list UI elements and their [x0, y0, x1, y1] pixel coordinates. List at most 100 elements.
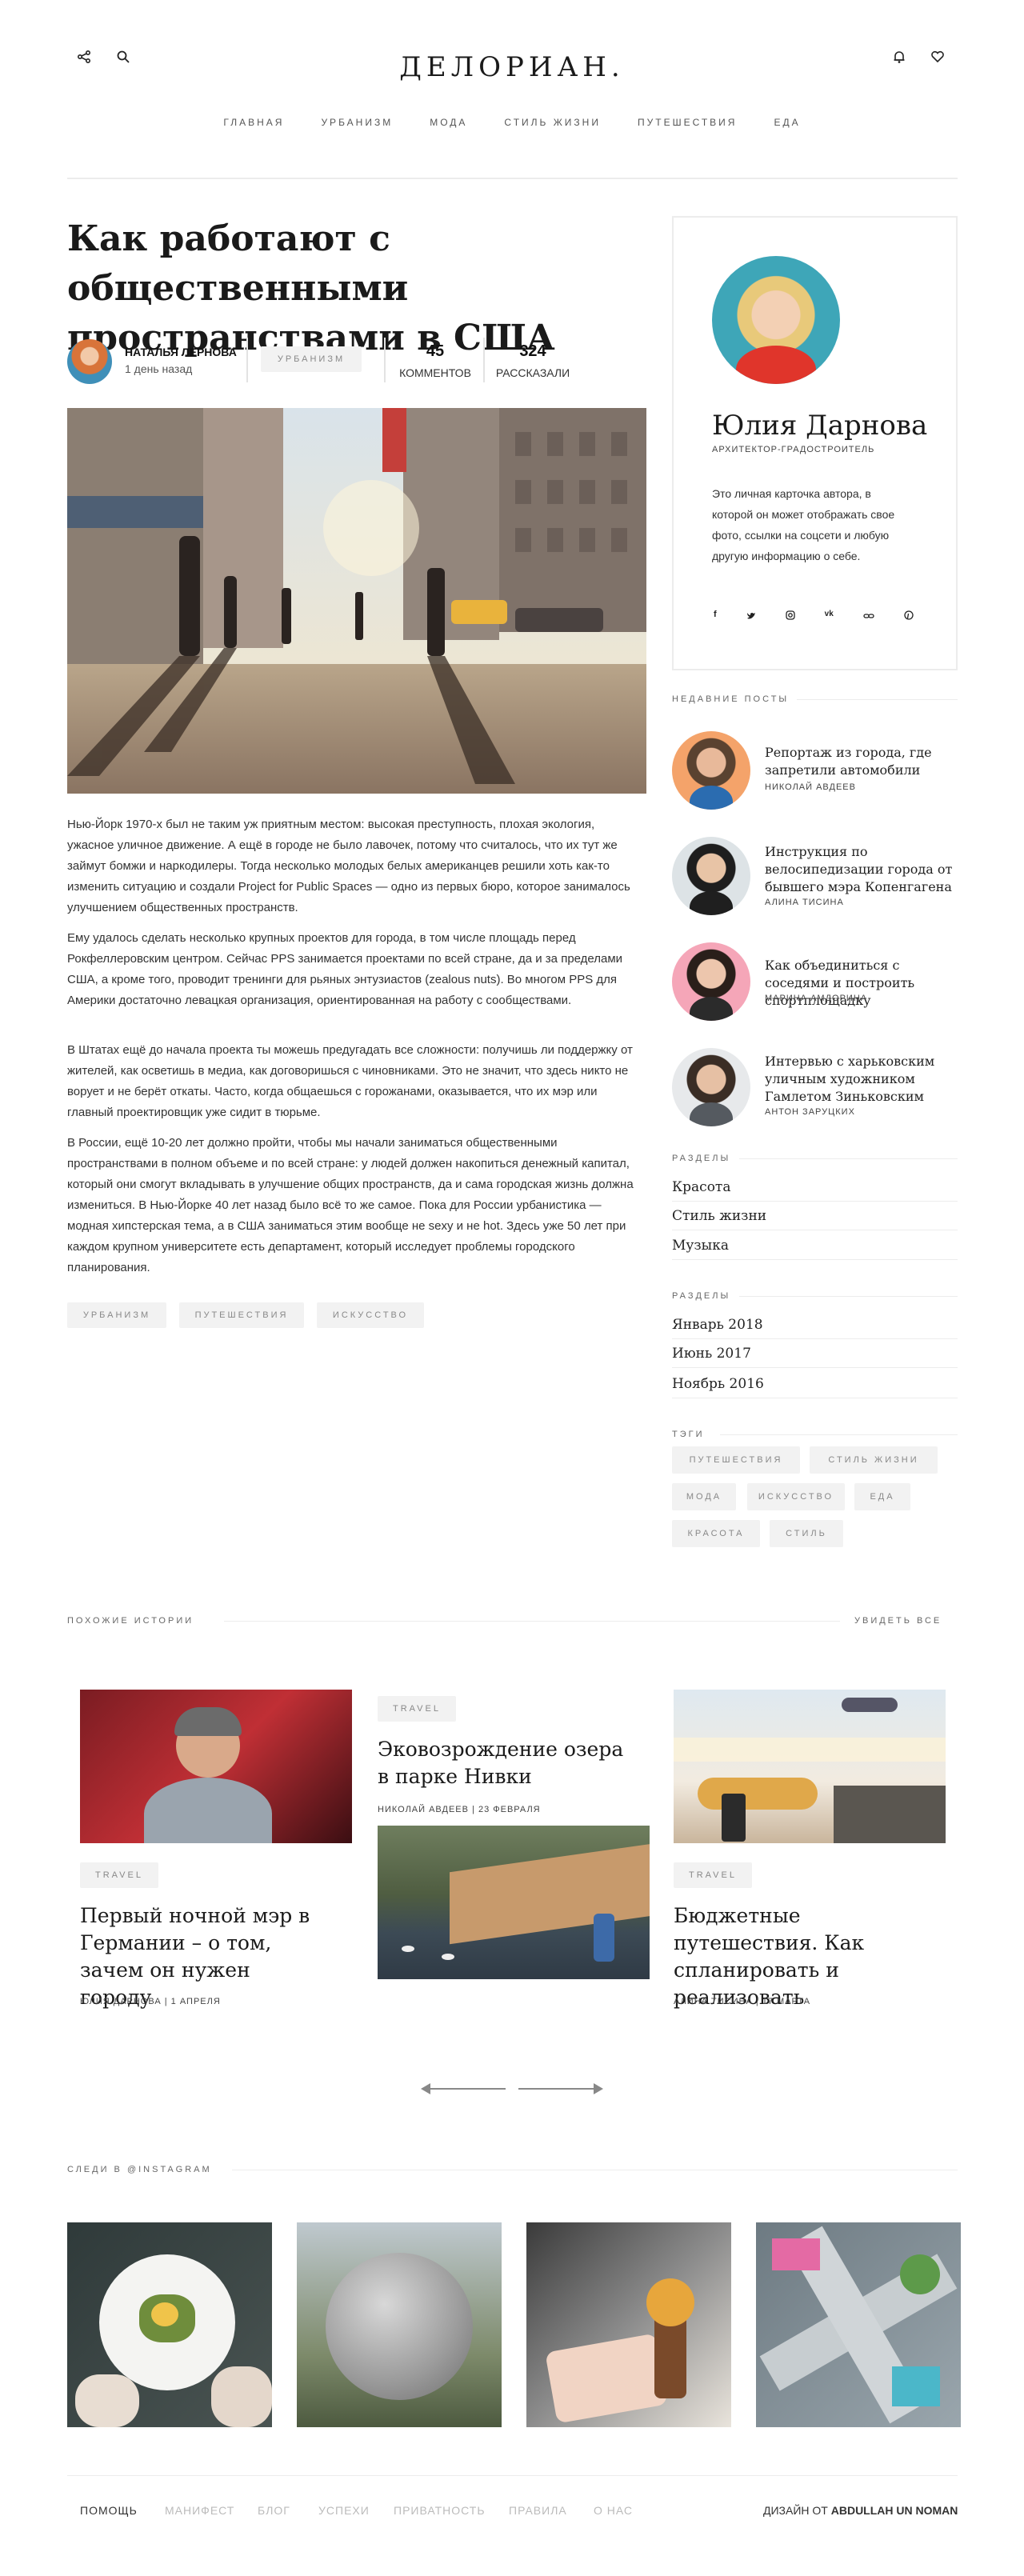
article-paragraph: Ему удалось сделать несколько крупных пр…	[67, 931, 623, 1007]
instagram-icon[interactable]	[786, 610, 795, 624]
carousel-prev-arrow[interactable]	[421, 2080, 506, 2102]
recent-post-title[interactable]: Интервью с харьковским уличным художнико…	[765, 1053, 961, 1106]
author-card-role: АРХИТЕКТОР-ГРАДОСТРОИТЕЛЬ	[712, 445, 875, 454]
footer-link-success[interactable]: УСПЕХИ	[318, 2504, 370, 2517]
article-date: 1 день назад	[125, 362, 193, 375]
list-divider	[672, 1367, 958, 1368]
tag-chip[interactable]: КРАСОТА	[672, 1520, 760, 1547]
author-avatar[interactable]	[67, 339, 112, 384]
recent-post-author[interactable]: НИКОЛАЙ АВДЕЕВ	[765, 782, 856, 792]
comments-count: 45	[426, 342, 445, 360]
section-divider	[720, 1434, 958, 1435]
section-divider	[797, 699, 958, 700]
recent-post-title[interactable]: Инструкция по велосипедизации города от …	[765, 843, 961, 896]
category-tag[interactable]: УРБАНИЗМ	[261, 346, 362, 372]
story-title[interactable]: Бюджетные путешествия. Как спланировать …	[674, 1902, 946, 2011]
main-nav: ГЛАВНАЯ УРБАНИЗМ МОДА СТИЛЬ ЖИЗНИ ПУТЕШЕ…	[0, 117, 1024, 128]
similar-heading: ПОХОЖИЕ ИСТОРИИ	[67, 1616, 194, 1626]
tag-chip[interactable]: МОДА	[672, 1483, 736, 1510]
section-divider	[224, 1621, 840, 1622]
article-tag[interactable]: ИСКУССТВО	[317, 1302, 424, 1328]
tag-chip[interactable]: ЕДА	[854, 1483, 910, 1510]
nav-home[interactable]: ГЛАВНАЯ	[223, 117, 284, 128]
recent-post-thumb[interactable]	[672, 731, 750, 810]
comments-label[interactable]: КОММЕНТОВ	[397, 366, 474, 379]
recent-post-title[interactable]: Репортаж из города, где запретили автомо…	[765, 744, 961, 779]
article-tag[interactable]: ПУТЕШЕСТВИЯ	[179, 1302, 304, 1328]
recent-post-thumb[interactable]	[672, 837, 750, 915]
meta-divider	[246, 338, 248, 382]
vk-icon[interactable]: vk	[825, 610, 834, 624]
story-meta: НИКОЛАЙ АВДЕЕВ | 23 ФЕВРАЛЯ	[378, 1805, 541, 1814]
see-all-link[interactable]: УВИДЕТЬ ВСЕ	[854, 1616, 942, 1626]
story-title[interactable]: Первый ночной мэр в Германии – о том, за…	[80, 1902, 320, 2011]
link-icon[interactable]	[863, 610, 874, 624]
bell-icon[interactable]	[892, 50, 906, 64]
footer-link-manifest[interactable]: МАНИФЕСТ	[165, 2504, 234, 2517]
site-logo[interactable]: ДЕЛОРИАН.	[0, 51, 1024, 83]
nav-urbanism[interactable]: УРБАНИЗМ	[321, 117, 393, 128]
meta-divider	[483, 338, 485, 382]
author-card-name: Юлия Дарнова	[712, 410, 928, 442]
article-paragraph: В России, ещё 10-20 лет должно пройти, ч…	[67, 1136, 634, 1274]
author-card-photo	[712, 256, 840, 384]
article-paragraph: В Штатах ещё до начала проекта ты можешь…	[67, 1043, 633, 1119]
story-meta: АЛИНА ТИСИНА | 17 МАРТА	[674, 1997, 811, 2006]
design-credit[interactable]: ДИЗАЙН ОТ ABDULLAH UN NOMAN	[763, 2504, 958, 2517]
story-meta: ЮЛИЯ ДАРНОВА | 1 АПРЕЛЯ	[80, 1997, 221, 2006]
list-divider	[672, 1338, 958, 1339]
section-divider	[739, 1158, 958, 1159]
recent-post-thumb[interactable]	[672, 942, 750, 1021]
tag-chip[interactable]: ИСКУССТВО	[747, 1483, 845, 1510]
instagram-photo[interactable]	[67, 2222, 272, 2427]
footer-link-about[interactable]: О НАС	[594, 2504, 633, 2517]
archive-link[interactable]: Ноябрь 2016	[672, 1376, 764, 1392]
article-tag[interactable]: УРБАНИЗМ	[67, 1302, 166, 1328]
instagram-photo[interactable]	[526, 2222, 731, 2427]
nav-food[interactable]: ЕДА	[774, 117, 800, 128]
author-name[interactable]: НАТАЛЬЯ ЛЕРНОВА	[125, 346, 237, 358]
facebook-icon[interactable]: f	[714, 610, 717, 624]
instagram-photo[interactable]	[756, 2222, 961, 2427]
sections-heading: РАЗДЕЛЫ	[672, 1154, 731, 1163]
instagram-photo[interactable]	[297, 2222, 502, 2427]
tag-chip[interactable]: СТИЛЬ	[770, 1520, 843, 1547]
shares-label[interactable]: РАССКАЗАЛИ	[493, 366, 573, 379]
footer-link-privacy[interactable]: ПРИВАТНОСТЬ	[394, 2504, 486, 2517]
tags-heading: ТЭГИ	[672, 1430, 705, 1439]
footer-link-blog[interactable]: БЛОГ	[258, 2504, 290, 2517]
footer-link-rules[interactable]: ПРАВИЛА	[509, 2504, 567, 2517]
tag-chip[interactable]: ПУТЕШЕСТВИЯ	[672, 1446, 800, 1474]
tag-chip[interactable]: СТИЛЬ ЖИЗНИ	[810, 1446, 938, 1474]
twitter-icon[interactable]	[746, 610, 756, 624]
archive-link[interactable]: Январь 2018	[672, 1317, 763, 1333]
story-tag[interactable]: TRAVEL	[674, 1862, 752, 1888]
credit-name[interactable]: ABDULLAH UN NOMAN	[831, 2504, 958, 2517]
section-link[interactable]: Красота	[672, 1179, 730, 1195]
story-image[interactable]	[80, 1690, 352, 1843]
nav-travel[interactable]: ПУТЕШЕСТВИЯ	[638, 117, 737, 128]
author-card-bio: Это личная карточка автора, в которой он…	[712, 487, 895, 562]
archive-link[interactable]: Июнь 2017	[672, 1346, 751, 1362]
footer-link-help[interactable]: ПОМОЩЬ	[80, 2504, 138, 2517]
story-title[interactable]: Эковозрождение озера в парке Нивки	[378, 1736, 634, 1790]
section-link[interactable]: Музыка	[672, 1238, 729, 1254]
recent-post-author[interactable]: АЛИНА ТИСИНА	[765, 898, 844, 907]
story-tag[interactable]: TRAVEL	[80, 1862, 158, 1888]
hero-image	[67, 408, 646, 794]
article-paragraph: Нью-Йорк 1970-х был не таким уж приятным…	[67, 818, 630, 914]
nav-fashion[interactable]: МОДА	[430, 117, 467, 128]
story-image[interactable]	[378, 1826, 650, 1979]
nav-lifestyle[interactable]: СТИЛЬ ЖИЗНИ	[504, 117, 601, 128]
section-divider	[739, 1296, 958, 1297]
heart-icon[interactable]	[930, 50, 945, 64]
story-tag[interactable]: TRAVEL	[378, 1696, 456, 1722]
shares-count: 324	[519, 342, 546, 360]
recent-post-author[interactable]: МАРИНА АМДОРИНА	[765, 994, 867, 1003]
carousel-next-arrow[interactable]	[518, 2080, 603, 2102]
story-image[interactable]	[674, 1690, 946, 1843]
section-link[interactable]: Стиль жизни	[672, 1208, 766, 1224]
recent-post-thumb[interactable]	[672, 1048, 750, 1126]
recent-post-author[interactable]: АНТОН ЗАРУЦКИХ	[765, 1107, 855, 1117]
pinterest-icon[interactable]	[904, 610, 914, 624]
